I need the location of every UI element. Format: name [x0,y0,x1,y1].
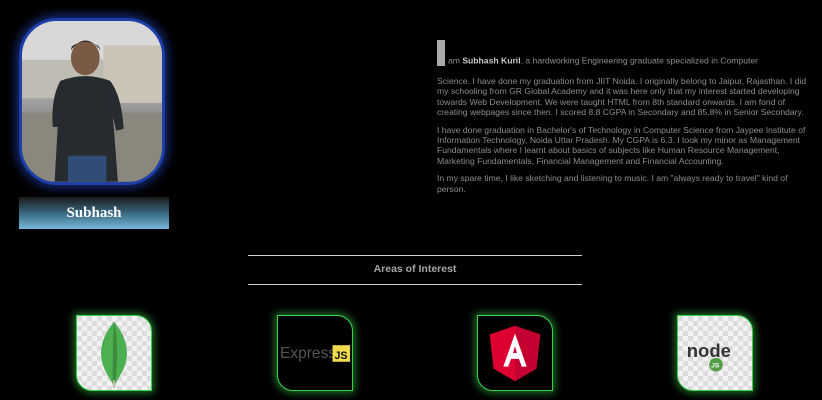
section-divider-bottom [248,284,582,285]
express-js-badge: JS [334,350,347,362]
interest-tile-nodejs[interactable]: node JS [677,315,753,391]
section-divider-top [248,255,582,256]
dropcap-letter-i [437,40,445,66]
section-title: Areas of Interest [373,263,457,275]
intro-name: Subhash Kuril [462,55,521,66]
bio-intro: am Subhash Kuril, a hardworking Engineer… [437,40,809,66]
interest-tile-angular[interactable] [477,315,553,391]
person-photo-icon [22,21,162,182]
node-js-badge: JS [711,363,720,370]
mongodb-leaf-icon [101,321,127,389]
bio-section: am Subhash Kuril, a hardworking Engineer… [437,40,809,201]
bio-paragraph-3: In my spare time, I like sketching and l… [437,173,788,194]
angular-icon [489,325,541,382]
intro-prefix: am [448,55,463,66]
bio-paragraph-1: Science. I have done my graduation from … [437,76,807,118]
profile-name: Subhash [66,204,122,221]
bio-paragraph-2: I have done graduation in Bachelor's of … [437,124,806,166]
intro-suffix: , a hardworking Engineering graduate spe… [520,55,759,66]
node-label: node [687,340,731,361]
name-banner: Subhash [19,197,169,229]
interest-tile-express[interactable]: Express JS [277,315,353,391]
profile-photo [19,18,165,185]
express-label: Express [280,345,336,362]
express-js-icon: Express JS [280,345,351,362]
nodejs-icon: node JS [687,340,731,372]
interest-tile-mongodb[interactable] [76,315,152,391]
